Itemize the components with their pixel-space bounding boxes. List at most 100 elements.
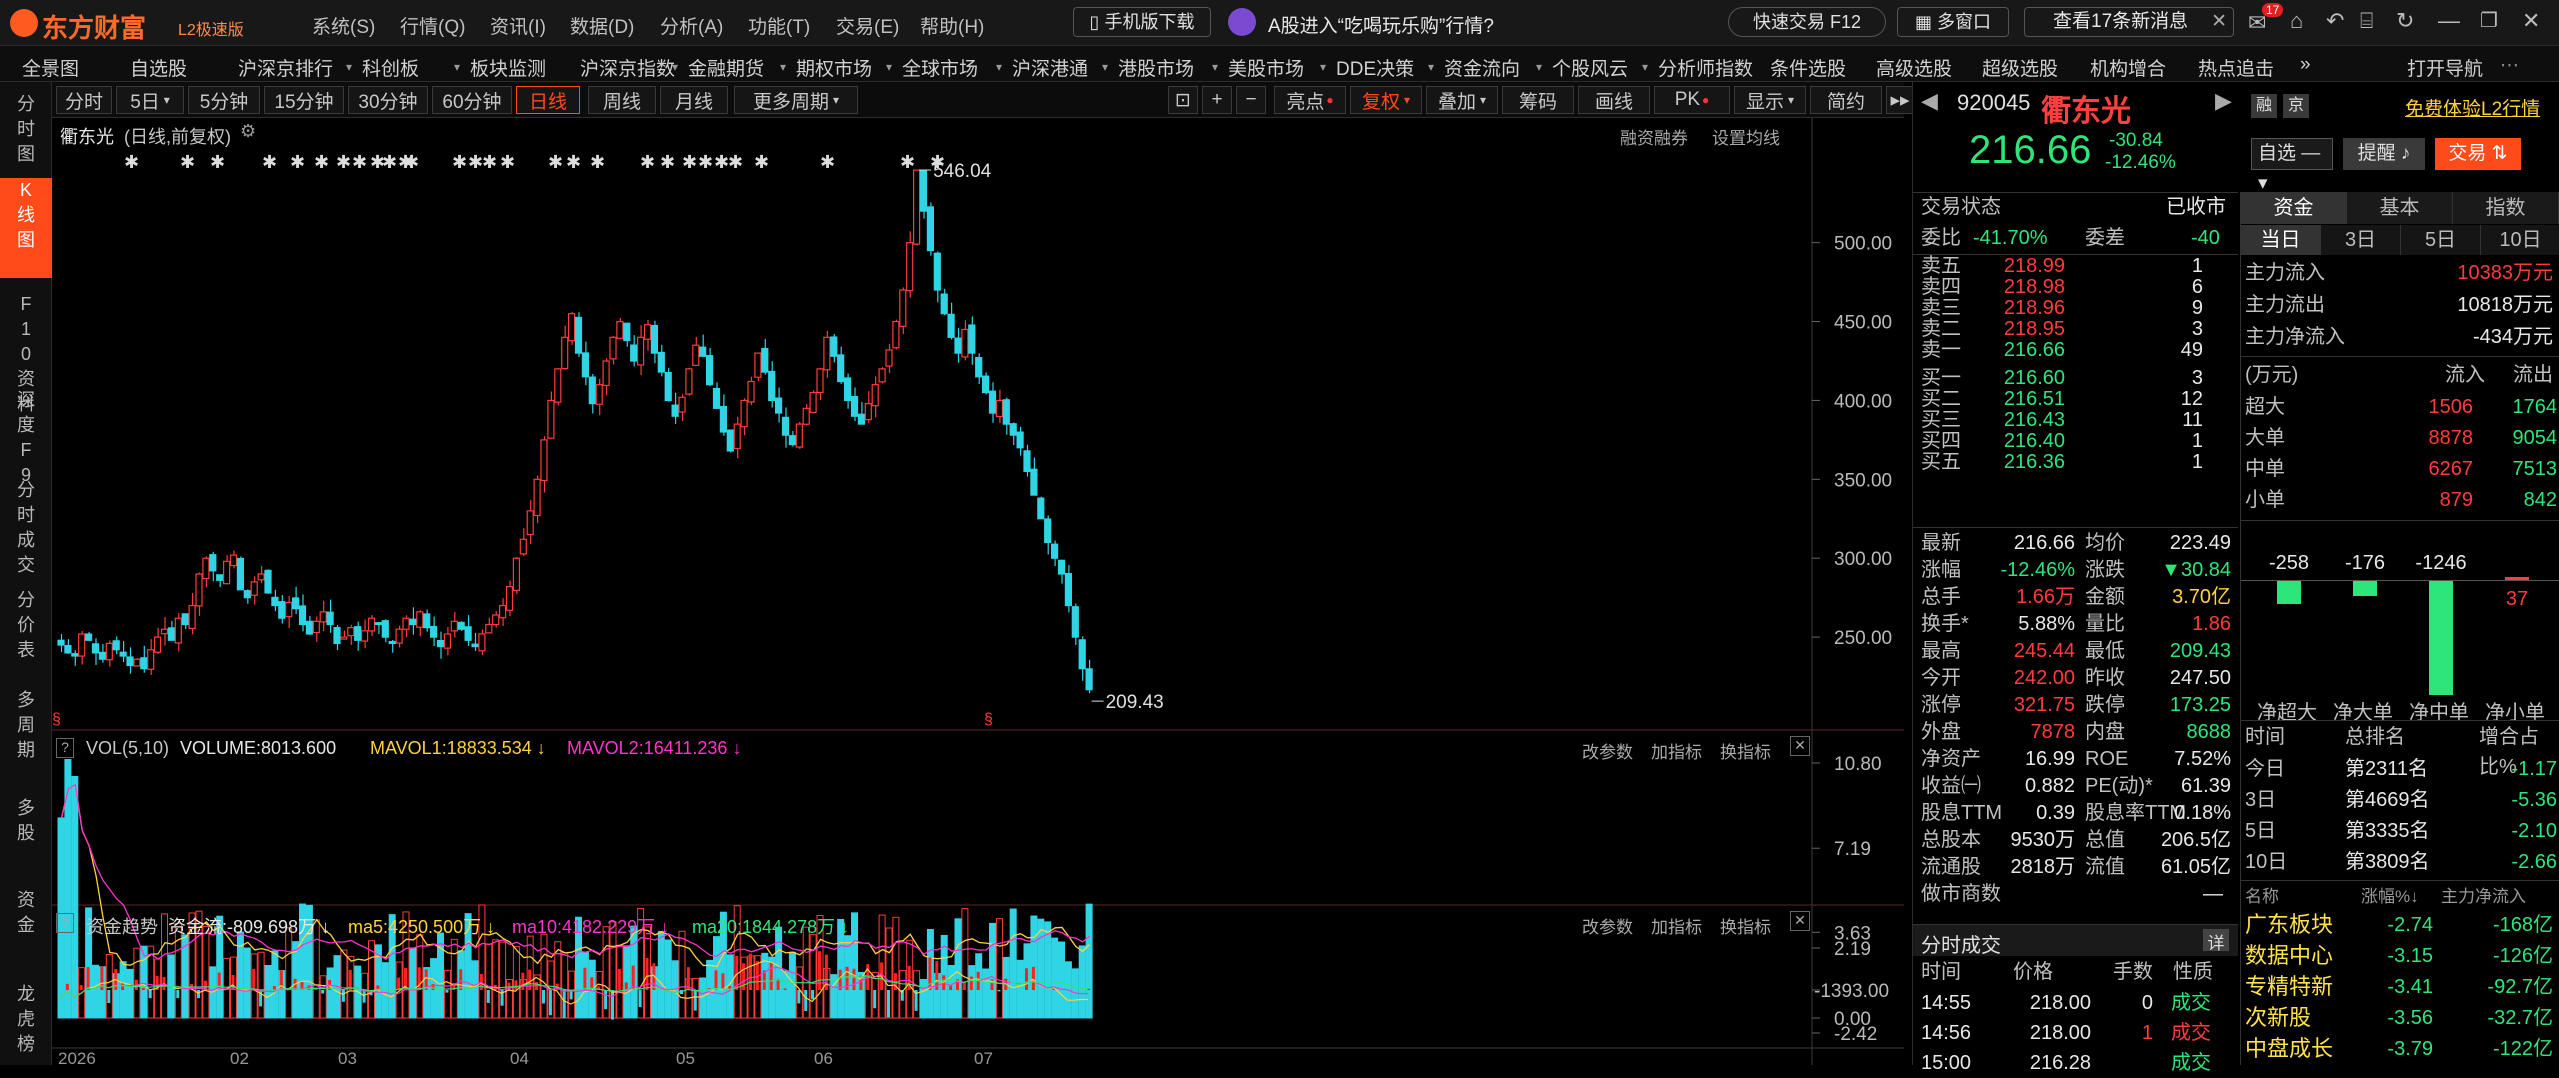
sector-name[interactable]: 中盘成长	[2245, 1034, 2333, 1064]
panel-link[interactable]: 加指标	[1651, 918, 1702, 937]
funds-subtab[interactable]: 10日	[2481, 225, 2559, 255]
menu-item[interactable]: 数据(D)	[570, 12, 634, 39]
nav-item[interactable]: 高级选股	[1876, 54, 1952, 81]
event-marker-icon[interactable]: ✱	[660, 152, 675, 172]
l2-trial-link[interactable]: 免费体验L2行情	[2405, 94, 2540, 121]
event-marker-icon[interactable]: ✱	[124, 152, 139, 172]
tool-button[interactable]: PK●	[1654, 86, 1730, 114]
event-marker-icon[interactable]: ✱	[682, 152, 697, 172]
prev-stock-icon[interactable]: ◀	[1921, 88, 1938, 114]
nav-item[interactable]: 港股市场	[1118, 54, 1194, 81]
event-marker-icon[interactable]: ✱	[566, 152, 581, 172]
menu-item[interactable]: 帮助(H)	[920, 12, 984, 39]
tool-button[interactable]: 显示▾	[1734, 86, 1806, 114]
nav-item[interactable]: 热点追击	[2198, 54, 2274, 81]
event-marker-icon[interactable]: ✱	[930, 152, 945, 172]
dividend-marker-icon[interactable]: §	[984, 711, 993, 728]
margin-trading-link[interactable]: 融资融券	[1620, 124, 1688, 149]
nav-item[interactable]: 资金流向	[1444, 54, 1520, 81]
sector-name[interactable]: 数据中心	[2245, 941, 2333, 971]
minimize-icon[interactable]: —	[2438, 8, 2460, 34]
nav-item[interactable]: 板块监测	[470, 54, 546, 81]
trade-button[interactable]: 交易 ⇅	[2435, 138, 2521, 170]
event-marker-icon[interactable]: ✱	[590, 152, 605, 172]
alert-button[interactable]: 提醒 ♪	[2343, 138, 2425, 170]
gear-icon[interactable]: ⚙	[240, 121, 256, 142]
event-marker-icon[interactable]: ✱	[336, 152, 351, 172]
sidebar-tab[interactable]: 分价表	[0, 588, 52, 668]
funds-subtab[interactable]: 5日	[2401, 225, 2481, 255]
menu-item[interactable]: 资讯(I)	[490, 12, 546, 39]
period-tab[interactable]: 月线	[660, 86, 728, 114]
event-marker-icon[interactable]: ✱	[754, 152, 769, 172]
sidebar-tab[interactable]: 分时图	[0, 92, 52, 172]
nav-item[interactable]: 沪深京排行	[238, 54, 333, 81]
period-tab[interactable]: 30分钟	[348, 86, 428, 114]
menu-item[interactable]: 系统(S)	[312, 12, 375, 39]
event-marker-icon[interactable]: ✱	[714, 152, 729, 172]
sidebar-tab[interactable]: 深度F9	[0, 388, 52, 468]
funds-subtab[interactable]: 当日	[2241, 225, 2321, 255]
period-tab[interactable]: 日线	[516, 86, 580, 114]
sidebar-tab[interactable]: K线图	[0, 178, 52, 278]
maximize-icon[interactable]: ❐	[2480, 8, 2498, 33]
nav-scroll-icon[interactable]: ⋯	[2500, 54, 2519, 77]
vol-close-icon[interactable]: ✕	[1790, 736, 1810, 756]
next-stock-icon[interactable]: ▶	[2215, 88, 2232, 114]
tool-button[interactable]: 亮点●	[1274, 86, 1346, 114]
event-marker-icon[interactable]: ✱	[180, 152, 195, 172]
tool-button[interactable]: 画线	[1578, 86, 1650, 114]
period-tab[interactable]: 更多周期▾	[734, 86, 858, 114]
event-marker-icon[interactable]: ✱	[482, 152, 497, 172]
funds-tab[interactable]: 指数	[2453, 192, 2559, 224]
event-marker-icon[interactable]: ✱	[500, 152, 515, 172]
zoom-in-icon[interactable]: +	[1202, 86, 1232, 114]
period-tab[interactable]: 5分钟	[188, 86, 260, 114]
zoom-out-icon[interactable]: −	[1236, 86, 1266, 114]
sector-name[interactable]: 次新股	[2245, 1003, 2311, 1033]
nav-item[interactable]: 分析师指数	[1658, 54, 1753, 81]
event-marker-icon[interactable]: ✱	[404, 152, 419, 172]
funds-tab[interactable]: 基本	[2347, 192, 2453, 224]
nav-item[interactable]: 期权市场	[796, 54, 872, 81]
nav-item[interactable]: 美股市场	[1228, 54, 1304, 81]
flow-help-icon[interactable]: ?	[56, 913, 74, 933]
quick-trade-button[interactable]: 快速交易 F12	[1728, 7, 1886, 37]
panel-link[interactable]: 改参数	[1582, 918, 1633, 937]
sector-name[interactable]: 广东板块	[2245, 910, 2333, 940]
period-tab[interactable]: 15分钟	[264, 86, 344, 114]
event-marker-icon[interactable]: ✱	[262, 152, 277, 172]
sidebar-tab[interactable]: F10资料	[0, 292, 52, 372]
nav-item[interactable]: 沪深港通	[1012, 54, 1088, 81]
news-button[interactable]: 查看17条新消息✕	[2024, 7, 2234, 37]
event-marker-icon[interactable]: ✱	[210, 152, 225, 172]
nav-item[interactable]: 全球市场	[902, 54, 978, 81]
window-close-icon[interactable]: ✕	[2522, 8, 2540, 34]
promo-link[interactable]: A股进入“吃喝玩乐购”行情?	[1268, 11, 1494, 38]
funds-subtab[interactable]: 3日	[2321, 225, 2401, 255]
mobile-download-button[interactable]: ▯ 手机版下载	[1073, 7, 1211, 37]
nav-item[interactable]: 个股风云	[1552, 54, 1628, 81]
nav-item[interactable]: 超级选股	[1982, 54, 2058, 81]
period-tab[interactable]: 周线	[588, 86, 656, 114]
menu-item[interactable]: 功能(T)	[748, 12, 810, 39]
back-icon[interactable]: ↶	[2326, 8, 2344, 34]
sidebar-tab[interactable]: 多股	[0, 796, 52, 876]
menu-item[interactable]: 分析(A)	[660, 12, 723, 39]
event-marker-icon[interactable]: ✱	[382, 152, 397, 172]
nav-item[interactable]: 金融期货	[688, 54, 764, 81]
sidebar-tab[interactable]: 分时成交	[0, 478, 52, 578]
panel-link[interactable]: 加指标	[1651, 743, 1702, 762]
multi-window-button[interactable]: ▦ 多窗口	[1897, 7, 2009, 37]
sector-name[interactable]: 专精特新	[2245, 972, 2333, 1002]
tool-button[interactable]: 叠加▾	[1426, 86, 1498, 114]
period-tab[interactable]: 分时	[56, 86, 112, 114]
menu-item[interactable]: 交易(E)	[836, 12, 899, 39]
panel-link[interactable]: 改参数	[1582, 743, 1633, 762]
sidebar-tab[interactable]: 多周期	[0, 688, 52, 780]
tool-button[interactable]: 筹码	[1502, 86, 1574, 114]
event-marker-icon[interactable]: ✱	[314, 152, 329, 172]
event-marker-icon[interactable]: ✱	[548, 152, 563, 172]
event-marker-icon[interactable]: ✱	[640, 152, 655, 172]
help-icon[interactable]: ?	[56, 738, 74, 758]
